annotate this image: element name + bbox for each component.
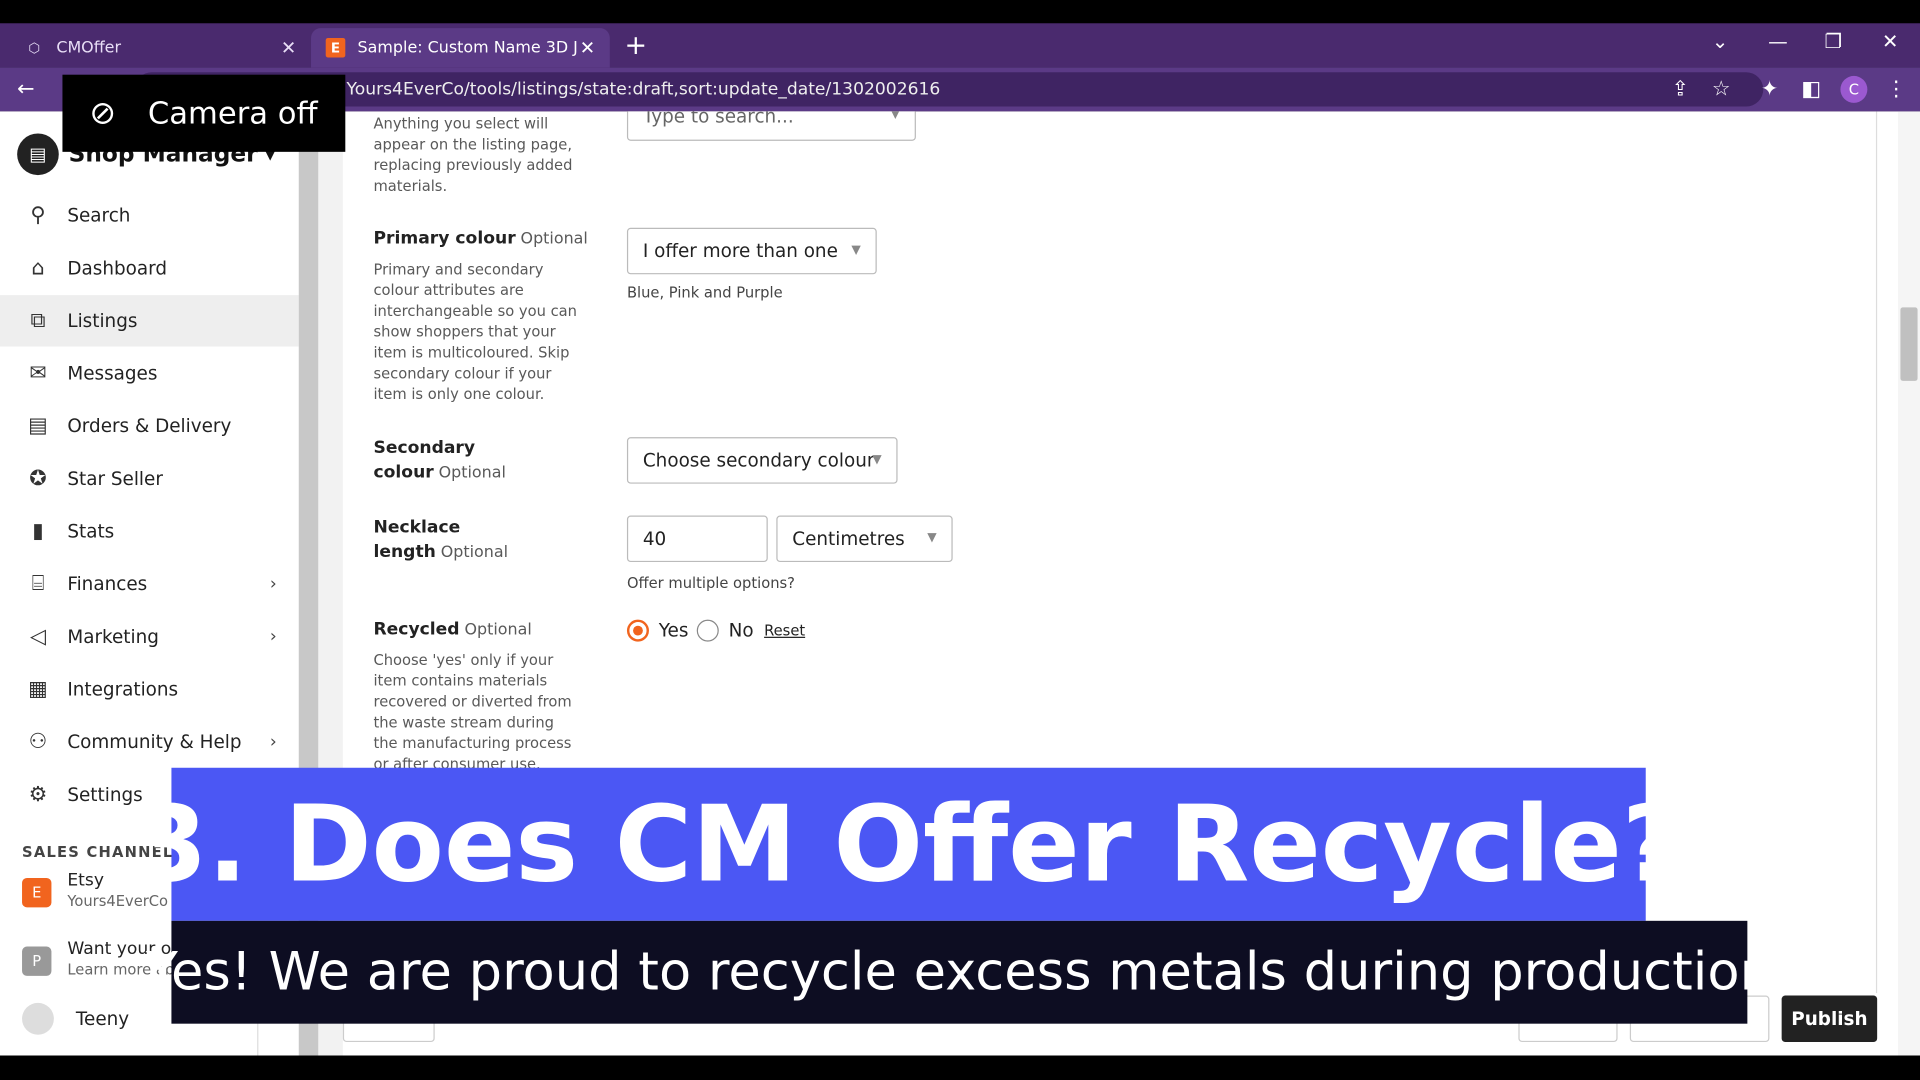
sidebar-item-search[interactable]: ⚲ Search	[0, 190, 299, 241]
new-tab-plus-icon[interactable]: +	[624, 31, 647, 62]
sidebar-item-marketing[interactable]: ◁ Marketing ›	[0, 611, 299, 662]
etsy-badge: E	[22, 877, 52, 908]
mail-icon: ✉	[29, 361, 47, 386]
grid-icon: ▦	[28, 677, 48, 702]
tab-etsy-listing[interactable]: E Sample: Custom Name 3D Jewelr ✕	[311, 28, 610, 68]
primary-colour-note: Blue, Pink and Purple	[626, 284, 783, 302]
shop-icon: ▤	[17, 133, 59, 176]
caret-down-icon: ▼	[872, 453, 882, 467]
close-window-icon[interactable]: ✕	[1882, 29, 1898, 52]
sidebar-item-stats[interactable]: ▮ Stats	[0, 506, 299, 557]
primary-colour-help: Primary and secondary colour attributes …	[373, 260, 577, 403]
clipboard-icon: ▤	[28, 413, 48, 439]
bank-icon: ⌸	[31, 571, 45, 597]
materials-search-input[interactable]: Type to search... ▼	[626, 111, 916, 141]
chevron-right-icon: ›	[269, 574, 277, 594]
side-panel-icon[interactable]: ◧	[1801, 77, 1821, 101]
recycled-no-radio[interactable]: No	[696, 619, 754, 642]
caption-subline: Yes! We are proud to recycle excess meta…	[146, 920, 1773, 1024]
secondary-colour-select[interactable]: Choose secondary colour ▼	[626, 437, 898, 484]
camera-off-icon: ⊘	[89, 94, 117, 132]
chevron-right-icon: ›	[269, 732, 277, 752]
recycled-yes-radio[interactable]: Yes	[626, 619, 688, 642]
etsy-e-icon: E	[325, 37, 346, 58]
home-icon: ⌂	[31, 255, 45, 281]
menu-kebab-icon[interactable]: ⋮	[1886, 77, 1907, 101]
screen: ⬡ CMOffer ✕ E Sample: Custom Name 3D Jew…	[0, 0, 1920, 1080]
chevron-right-icon: ›	[269, 626, 277, 647]
sidebar-item-integrations[interactable]: ▦ Integrations	[0, 664, 299, 715]
tab-title: CMOffer	[56, 38, 122, 57]
bookmark-star-icon[interactable]: ☆	[1712, 77, 1731, 101]
content-border	[1875, 111, 1878, 994]
bottom-letterbox	[0, 1055, 1920, 1080]
necklace-length-input[interactable]: 40	[626, 515, 768, 563]
tab-title: Sample: Custom Name 3D Jewelr	[357, 38, 578, 57]
primary-colour-label: Primary colour Optional	[373, 228, 588, 249]
back-arrow-icon[interactable]: ←	[17, 77, 34, 101]
tab-cmoffer[interactable]: ⬡ CMOffer ✕	[10, 28, 311, 67]
avatar	[22, 1002, 54, 1035]
length-unit-select[interactable]: Centimetres ▼	[776, 515, 953, 563]
page-scrollbar[interactable]	[1897, 111, 1920, 1056]
megaphone-icon: ◁	[29, 624, 46, 649]
profile-avatar[interactable]: C	[1840, 75, 1868, 103]
materials-help: Anything you select will appear on the l…	[373, 115, 573, 195]
scrollbar-thumb[interactable]	[1900, 307, 1918, 381]
sidebar-item-dashboard[interactable]: ⌂ Dashboard	[0, 242, 299, 293]
browser-tab-bar: ⬡ CMOffer ✕ E Sample: Custom Name 3D Jew…	[0, 23, 1920, 68]
recycled-label: Recycled Optional	[373, 619, 532, 640]
caret-down-icon: ▼	[890, 111, 901, 122]
secondary-colour-label: Secondary colour Optional	[373, 438, 506, 483]
cube-icon: ⬡	[28, 39, 41, 56]
listings-icon: ⧉	[30, 308, 46, 334]
primary-colour-select[interactable]: I offer more than one ▼	[626, 227, 877, 275]
close-tab-icon[interactable]: ✕	[281, 37, 296, 59]
sidebar-item-community[interactable]: ⚇ Community & Help ›	[0, 716, 299, 767]
restore-icon[interactable]: ❐	[1825, 29, 1843, 52]
caret-down-icon: ▼	[851, 243, 861, 258]
sidebar-item-orders[interactable]: ▤ Orders & Delivery	[0, 400, 299, 451]
caption-headline: 3. Does CM Offer Recycle?	[134, 767, 1683, 921]
sidebar-item-star-seller[interactable]: ✪ Star Seller	[0, 453, 299, 504]
tab-search-chevron-icon[interactable]: ⌄	[1712, 29, 1728, 52]
recycled-reset-link[interactable]: Reset	[764, 622, 805, 639]
offer-multiple-options-link[interactable]: Offer multiple options?	[627, 574, 795, 591]
pattern-badge: P	[22, 946, 52, 976]
necklace-length-label: Necklace length Optional	[373, 517, 509, 563]
caret-down-icon: ▼	[927, 531, 937, 545]
camera-off-overlay: ⊘ Camera off	[62, 74, 346, 152]
sidebar-item-messages[interactable]: ✉ Messages	[0, 348, 299, 399]
minimize-icon[interactable]: —	[1768, 29, 1788, 52]
sidebar-item-finances[interactable]: ⌸ Finances ›	[0, 558, 299, 609]
url-text[interactable]: Yours4EverCo/tools/listings/state:draft,…	[347, 80, 941, 100]
share-icon[interactable]: ⇪	[1671, 77, 1688, 101]
user-menu[interactable]: Teeny	[22, 1002, 129, 1035]
search-icon: ⚲	[30, 203, 46, 228]
publish-button[interactable]: Publish	[1781, 995, 1878, 1043]
gear-icon: ⚙	[28, 782, 48, 807]
people-icon: ⚇	[28, 729, 48, 755]
sidebar-item-listings[interactable]: ⧉ Listings	[0, 295, 299, 347]
extensions-puzzle-icon[interactable]: ✦	[1761, 77, 1778, 101]
radio-empty-icon	[696, 619, 719, 642]
radio-selected-icon	[626, 619, 649, 642]
star-badge-icon: ✪	[29, 466, 47, 492]
bar-chart-icon: ▮	[32, 519, 44, 544]
close-tab-icon[interactable]: ✕	[580, 37, 595, 59]
